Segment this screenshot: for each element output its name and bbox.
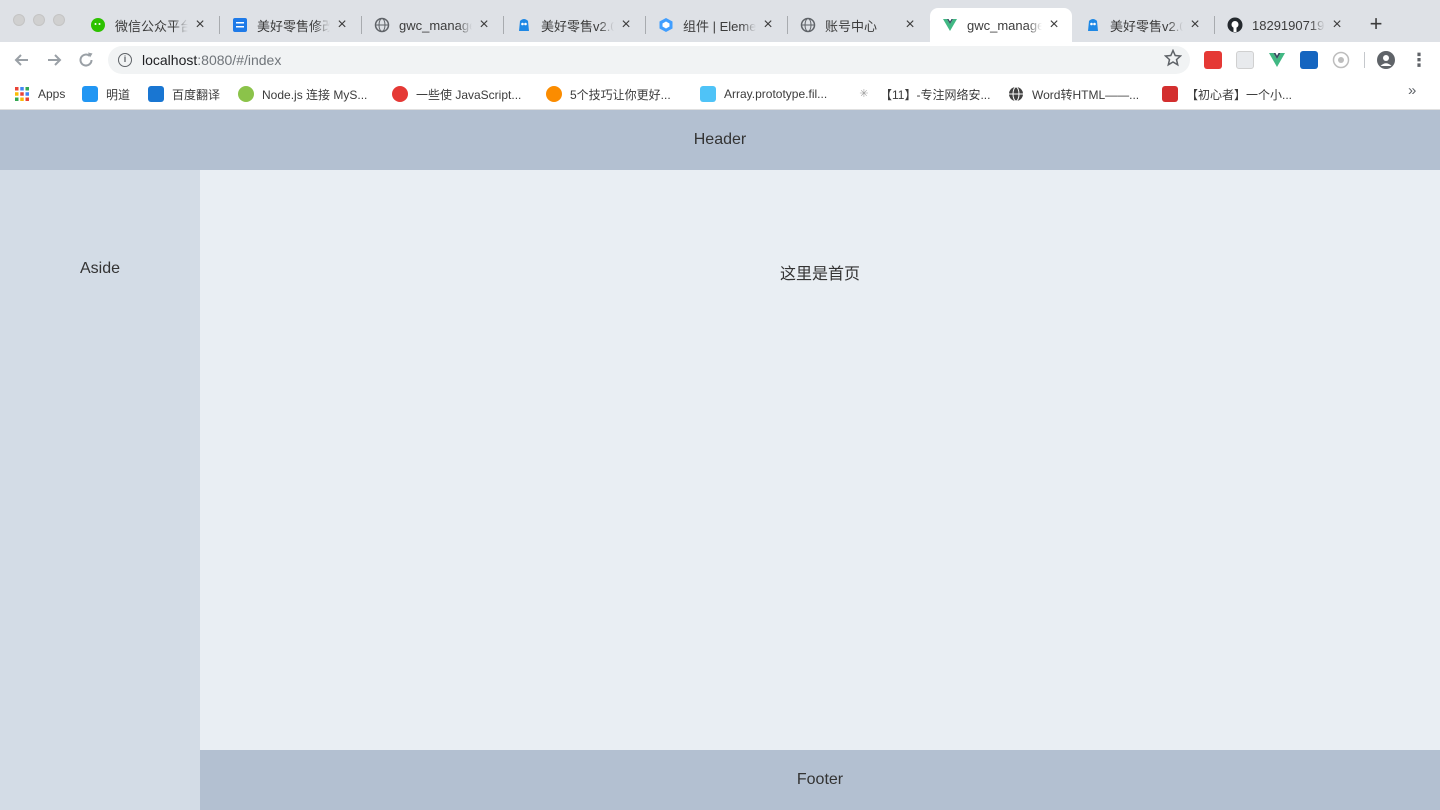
bookmark-label: 一些使 JavaScript... bbox=[416, 87, 522, 102]
close-icon[interactable]: × bbox=[760, 17, 776, 33]
close-icon[interactable]: × bbox=[1329, 17, 1345, 33]
address-bar[interactable]: i localhost:8080/#/index bbox=[108, 46, 1190, 74]
sparkle-icon: ✳ bbox=[859, 88, 869, 100]
code-icon bbox=[546, 86, 562, 102]
close-icon[interactable]: × bbox=[902, 17, 918, 33]
tab-title: 美好零售v2.0 bbox=[1110, 18, 1183, 34]
element-icon bbox=[658, 17, 674, 33]
main-text: 这里是首页 bbox=[779, 266, 860, 283]
bookmark-array-filter[interactable]: Array.prototype.fil... bbox=[700, 84, 827, 104]
close-icon[interactable]: × bbox=[1187, 17, 1203, 33]
tab-6[interactable]: 账号中心 × bbox=[788, 8, 928, 42]
tab-1[interactable]: 微信公众平台 × bbox=[78, 8, 218, 42]
reload-icon[interactable] bbox=[76, 50, 96, 70]
bookmark-label: Array.prototype.fil... bbox=[724, 87, 828, 101]
minimize-window-button[interactable] bbox=[33, 14, 45, 26]
bookmarks-overflow-icon[interactable]: » bbox=[1408, 82, 1416, 99]
bookmark-apps[interactable]: Apps bbox=[14, 84, 65, 104]
url-text: localhost:8080/#/index bbox=[142, 52, 282, 68]
extension-square-icon[interactable] bbox=[1300, 51, 1318, 69]
github-icon bbox=[1227, 17, 1243, 33]
bookmark-nodejs[interactable]: Node.js 连接 MyS... bbox=[238, 84, 367, 104]
cube-icon bbox=[82, 86, 98, 102]
new-tab-button[interactable]: + bbox=[1364, 13, 1388, 37]
bird-icon bbox=[1085, 17, 1101, 33]
close-icon[interactable]: × bbox=[618, 17, 634, 33]
layout-footer: Footer bbox=[200, 750, 1440, 810]
close-icon[interactable]: × bbox=[1046, 17, 1062, 33]
profile-avatar-icon[interactable] bbox=[1377, 51, 1395, 69]
close-icon[interactable]: × bbox=[192, 17, 208, 33]
menu-kebab-icon[interactable]: ⋮ bbox=[1410, 48, 1428, 72]
globe-icon bbox=[800, 17, 816, 33]
html-badge-icon bbox=[392, 86, 408, 102]
vue-icon bbox=[942, 17, 958, 33]
translate-icon bbox=[148, 86, 164, 102]
close-window-button[interactable] bbox=[13, 14, 25, 26]
bookmark-tips[interactable]: 5个技巧让你更好... bbox=[546, 84, 671, 104]
tab-4[interactable]: 美好零售v2.0 × bbox=[504, 8, 644, 42]
bookmark-beginner[interactable]: 【初心者】一个小... bbox=[1162, 84, 1292, 104]
bookmark-security[interactable]: ✳ 【11】-专注网络安... bbox=[856, 84, 990, 104]
csdn-icon bbox=[1162, 86, 1178, 102]
tab-7-active[interactable]: gwc_manage × bbox=[930, 8, 1072, 42]
tab-title: 组件 | Elemen bbox=[683, 18, 756, 34]
tab-8[interactable]: 美好零售v2.0 × bbox=[1073, 8, 1213, 42]
bookmark-label: 百度翻译 bbox=[172, 87, 221, 102]
globe-icon bbox=[1008, 86, 1024, 102]
bookmark-label: Node.js 连接 MyS... bbox=[262, 87, 368, 102]
bookmark-label: Word转HTML——... bbox=[1032, 87, 1140, 102]
bookmark-label: Apps bbox=[38, 87, 66, 101]
extension-grid-icon[interactable] bbox=[1236, 51, 1254, 69]
node-icon bbox=[238, 86, 254, 102]
info-icon[interactable]: i bbox=[118, 53, 132, 67]
bookmark-label: 明道 bbox=[106, 87, 131, 102]
close-icon[interactable]: × bbox=[334, 17, 350, 33]
bookmark-word-html[interactable]: Word转HTML——... bbox=[1008, 84, 1139, 104]
forward-icon[interactable] bbox=[44, 50, 64, 70]
tab-title: gwc_manage bbox=[967, 17, 1042, 33]
doc-icon bbox=[232, 17, 248, 33]
tab-title: 美好零售修改 bbox=[257, 18, 330, 34]
bookmark-label: 5个技巧让你更好... bbox=[570, 87, 671, 102]
bookmarks-bar: Apps 明道 百度翻译 Node.js 连接 MyS... 一些使 JavaS… bbox=[0, 78, 1440, 110]
close-icon[interactable]: × bbox=[476, 17, 492, 33]
bookmark-star-icon[interactable] bbox=[1163, 48, 1183, 72]
extension-fe-icon[interactable] bbox=[1204, 51, 1222, 69]
bookmark-baidu-translate[interactable]: 百度翻译 bbox=[148, 84, 220, 104]
tab-5[interactable]: 组件 | Elemen × bbox=[646, 8, 786, 42]
bookmark-mingdao[interactable]: 明道 bbox=[82, 84, 130, 104]
layout-aside: Aside bbox=[0, 170, 200, 810]
extension-circle-icon[interactable] bbox=[1332, 51, 1350, 69]
tab-title: 美好零售v2.0 bbox=[541, 18, 614, 34]
back-icon[interactable] bbox=[12, 50, 32, 70]
tab-title: gwc_manage bbox=[399, 17, 472, 33]
page-content: Header Aside 这里是首页 Footer bbox=[0, 110, 1440, 810]
tab-title: 微信公众平台 bbox=[115, 18, 188, 34]
layout-main: 这里是首页 bbox=[200, 170, 1440, 750]
wechat-icon bbox=[90, 17, 106, 33]
tab-9[interactable]: 18291907191 × bbox=[1215, 8, 1355, 42]
tab-strip: 微信公众平台 × 美好零售修改 × gwc_manage × 美好零售v2.0 … bbox=[0, 0, 1440, 42]
bird-icon bbox=[516, 17, 532, 33]
bookmark-javascript[interactable]: 一些使 JavaScript... bbox=[392, 84, 521, 104]
layout-header: Header bbox=[0, 110, 1440, 170]
mdn-icon bbox=[700, 86, 716, 102]
tab-3[interactable]: gwc_manage × bbox=[362, 8, 502, 42]
aside-label: Aside bbox=[79, 260, 121, 277]
apps-grid-icon bbox=[14, 86, 30, 102]
extension-vue-icon[interactable] bbox=[1268, 51, 1286, 69]
browser-toolbar: i localhost:8080/#/index ⋮ bbox=[0, 42, 1440, 78]
tab-2[interactable]: 美好零售修改 × bbox=[220, 8, 360, 42]
tab-title: 账号中心 bbox=[825, 18, 878, 34]
globe-icon bbox=[374, 17, 390, 33]
bookmark-label: 【初心者】一个小... bbox=[1186, 87, 1293, 102]
bookmark-label: 【11】-专注网络安... bbox=[880, 87, 991, 102]
maximize-window-button[interactable] bbox=[53, 14, 65, 26]
tab-title: 18291907191 bbox=[1252, 17, 1325, 33]
